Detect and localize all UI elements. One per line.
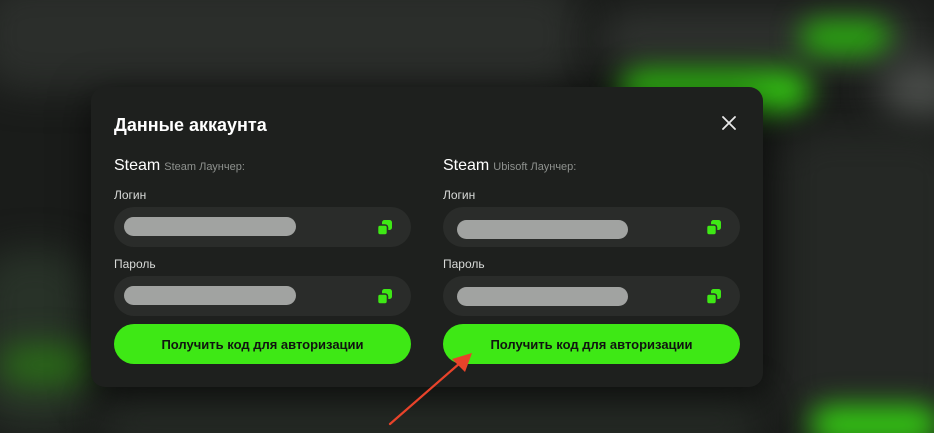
password-label: Пароль xyxy=(114,257,156,271)
login-field[interactable] xyxy=(443,207,740,247)
background-blur-shape xyxy=(780,130,934,430)
background-blur-shape xyxy=(810,405,934,433)
launcher-caption: Steam Лаунчер: xyxy=(164,161,245,173)
copy-login-button[interactable] xyxy=(705,219,723,237)
copy-password-button[interactable] xyxy=(705,288,723,306)
background-blur-shape xyxy=(0,0,580,90)
password-field[interactable] xyxy=(443,276,740,316)
login-field[interactable] xyxy=(114,207,411,247)
password-label: Пароль xyxy=(443,257,485,271)
login-label: Логин xyxy=(443,188,476,202)
password-value-masked xyxy=(124,286,296,305)
account-column-ubisoft: Steam Ubisoft Лаунчер: Логин Пароль Полу… xyxy=(443,157,740,364)
copy-password-button[interactable] xyxy=(376,288,394,306)
password-field[interactable] xyxy=(114,276,411,316)
get-auth-code-button[interactable]: Получить код для авторизации xyxy=(114,324,411,364)
copy-icon xyxy=(705,289,721,305)
copy-icon xyxy=(705,220,721,236)
background-blur-shape xyxy=(800,20,890,55)
account-data-modal: Данные аккаунта Steam Steam Лаунчер: Логи… xyxy=(91,87,763,387)
background-blur-shape xyxy=(0,250,90,430)
launcher-heading: Steam Steam Лаунчер: xyxy=(114,157,411,177)
login-value-masked xyxy=(457,220,628,239)
annotation-arrow-icon xyxy=(388,353,472,426)
close-icon xyxy=(722,116,736,130)
login-label: Логин xyxy=(114,188,147,202)
launcher-name: Steam xyxy=(114,157,161,174)
launcher-name: Steam xyxy=(443,157,490,174)
login-value-masked xyxy=(124,217,296,236)
launcher-caption: Ubisoft Лаунчер: xyxy=(493,161,577,173)
launcher-heading: Steam Ubisoft Лаунчер: xyxy=(443,157,740,177)
background-blur-shape xyxy=(0,345,90,385)
background-blur-shape xyxy=(880,60,934,120)
close-button[interactable] xyxy=(719,113,739,133)
copy-icon xyxy=(376,220,392,236)
copy-login-button[interactable] xyxy=(376,219,394,237)
modal-title: Данные аккаунта xyxy=(114,115,267,135)
copy-icon xyxy=(376,289,392,305)
account-column-steam: Steam Steam Лаунчер: Логин Пароль Получи… xyxy=(114,157,411,364)
password-value-masked xyxy=(457,287,628,306)
